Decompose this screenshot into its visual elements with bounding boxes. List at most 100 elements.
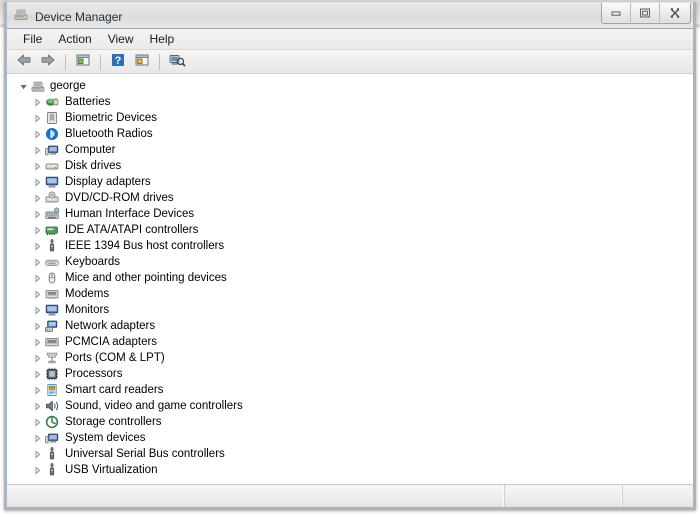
- tree-node[interactable]: Bluetooth Radios: [7, 126, 693, 142]
- tree-node[interactable]: DVD/CD-ROM drives: [7, 190, 693, 206]
- processor-icon: [44, 366, 60, 382]
- tree-node-label: Sound, video and game controllers: [65, 400, 243, 412]
- mouse-icon: [44, 270, 60, 286]
- expand-arrow-icon[interactable]: [31, 418, 44, 427]
- bluetooth-icon: [44, 126, 60, 142]
- tree-node[interactable]: Mice and other pointing devices: [7, 270, 693, 286]
- toolbar-separator: [159, 54, 160, 70]
- collapse-arrow-icon[interactable]: [17, 82, 30, 91]
- tree-node[interactable]: Storage controllers: [7, 414, 693, 430]
- ports-icon: [44, 350, 60, 366]
- expand-arrow-icon[interactable]: [31, 178, 44, 187]
- status-pane-end: [623, 485, 693, 507]
- expand-arrow-icon[interactable]: [31, 242, 44, 251]
- expand-arrow-icon[interactable]: [31, 338, 44, 347]
- tree-node[interactable]: System devices: [7, 430, 693, 446]
- expand-arrow-icon[interactable]: [31, 258, 44, 267]
- tree-root-node[interactable]: george: [7, 78, 693, 94]
- expand-arrow-icon[interactable]: [31, 162, 44, 171]
- maximize-button[interactable]: [631, 3, 660, 22]
- expand-arrow-icon[interactable]: [31, 274, 44, 283]
- expand-arrow-icon[interactable]: [31, 98, 44, 107]
- expand-arrow-icon[interactable]: [31, 194, 44, 203]
- menu-view[interactable]: View: [100, 30, 142, 49]
- expand-arrow-icon[interactable]: [31, 114, 44, 123]
- expand-arrow-icon[interactable]: [31, 226, 44, 235]
- tree-node[interactable]: Display adapters: [7, 174, 693, 190]
- back-button[interactable]: [13, 52, 35, 72]
- menu-action[interactable]: Action: [50, 30, 99, 49]
- display-adapter-icon: [44, 174, 60, 190]
- ieee1394-icon: [44, 238, 60, 254]
- tree-node[interactable]: Keyboards: [7, 254, 693, 270]
- dvd-drive-icon: [44, 190, 60, 206]
- modem-icon: [44, 286, 60, 302]
- tree-node[interactable]: Batteries: [7, 94, 693, 110]
- expand-arrow-icon[interactable]: [31, 466, 44, 475]
- tree-node[interactable]: IDE ATA/ATAPI controllers: [7, 222, 693, 238]
- tree-node[interactable]: Processors: [7, 366, 693, 382]
- tree-node-label: Ports (COM & LPT): [65, 352, 165, 364]
- tree-node[interactable]: Ports (COM & LPT): [7, 350, 693, 366]
- tree-node[interactable]: Smart card readers: [7, 382, 693, 398]
- title-bar[interactable]: Device Manager: [7, 2, 693, 29]
- tree-node[interactable]: Disk drives: [7, 158, 693, 174]
- show-hide-console-tree-button[interactable]: [72, 52, 94, 72]
- tree-node[interactable]: Human Interface Devices: [7, 206, 693, 222]
- help-button[interactable]: ?: [107, 52, 129, 72]
- expand-arrow-icon[interactable]: [31, 290, 44, 299]
- tree-node[interactable]: Universal Serial Bus controllers: [7, 446, 693, 462]
- tree-node[interactable]: Modems: [7, 286, 693, 302]
- expand-arrow-icon[interactable]: [31, 370, 44, 379]
- device-manager-icon: [13, 6, 29, 27]
- expand-arrow-icon[interactable]: [31, 146, 44, 155]
- expand-arrow-icon[interactable]: [31, 386, 44, 395]
- tree-children: Batteries Biometric Devices Bluetooth Radi…: [7, 94, 693, 478]
- console-tree-icon: [75, 52, 91, 73]
- status-pane-main: [7, 485, 505, 507]
- properties-button[interactable]: [131, 52, 153, 72]
- device-tree-pane[interactable]: george Batteries Biometric Devices Bluetoo…: [7, 73, 693, 485]
- expand-arrow-icon[interactable]: [31, 450, 44, 459]
- tree-node[interactable]: Monitors: [7, 302, 693, 318]
- close-button[interactable]: [660, 3, 690, 22]
- tree-node-label: Smart card readers: [65, 384, 164, 396]
- expand-arrow-icon[interactable]: [31, 322, 44, 331]
- expand-arrow-icon[interactable]: [31, 354, 44, 363]
- tree-node[interactable]: IEEE 1394 Bus host controllers: [7, 238, 693, 254]
- tree-node[interactable]: Computer: [7, 142, 693, 158]
- tree-node-label: Human Interface Devices: [65, 208, 195, 220]
- tree-node-label: Modems: [65, 288, 110, 300]
- menu-help[interactable]: Help: [142, 30, 183, 49]
- tree-node-label: Universal Serial Bus controllers: [65, 448, 225, 460]
- scan-hardware-changes-button[interactable]: [166, 52, 188, 72]
- smartcard-icon: [44, 382, 60, 398]
- forward-button[interactable]: [37, 52, 59, 72]
- menu-file[interactable]: File: [15, 30, 50, 49]
- usb-controller-icon: [44, 446, 60, 462]
- svg-text:?: ?: [115, 55, 122, 67]
- scan-hardware-icon: [168, 52, 186, 73]
- tree-root-label: george: [50, 80, 86, 92]
- usb-virtualization-icon: [44, 462, 60, 478]
- expand-arrow-icon[interactable]: [31, 402, 44, 411]
- tree-node[interactable]: USB Virtualization: [7, 462, 693, 478]
- tree-node[interactable]: Sound, video and game controllers: [7, 398, 693, 414]
- minimize-button[interactable]: [602, 3, 631, 22]
- tree-node-label: Bluetooth Radios: [65, 128, 153, 140]
- tree-node-label: Computer: [65, 144, 116, 156]
- tree-node[interactable]: Network adapters: [7, 318, 693, 334]
- tree-node-label: Display adapters: [65, 176, 151, 188]
- tree-node-label: Storage controllers: [65, 416, 162, 428]
- expand-arrow-icon[interactable]: [31, 434, 44, 443]
- system-device-icon: [44, 430, 60, 446]
- expand-arrow-icon[interactable]: [31, 306, 44, 315]
- tree-node-label: IDE ATA/ATAPI controllers: [65, 224, 199, 236]
- tree-node[interactable]: Biometric Devices: [7, 110, 693, 126]
- network-adapter-icon: [44, 318, 60, 334]
- expand-arrow-icon[interactable]: [31, 210, 44, 219]
- tree-node-label: PCMCIA adapters: [65, 336, 158, 348]
- status-bar: [7, 484, 693, 507]
- expand-arrow-icon[interactable]: [31, 130, 44, 139]
- tree-node[interactable]: PCMCIA adapters: [7, 334, 693, 350]
